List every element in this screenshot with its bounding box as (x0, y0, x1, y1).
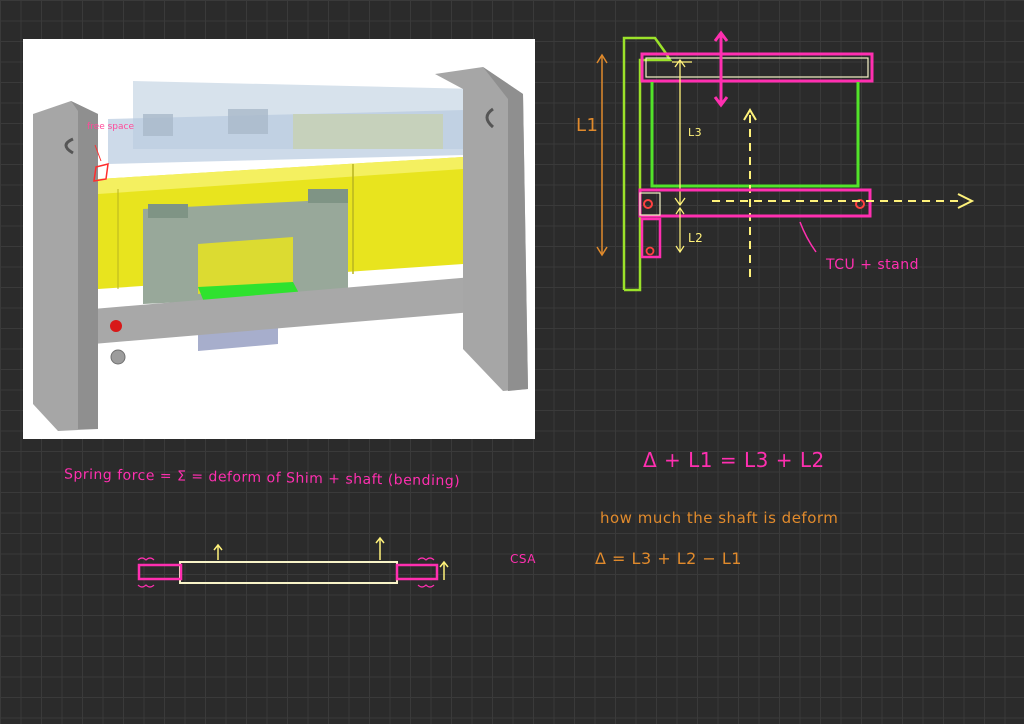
small-stand (640, 217, 662, 259)
l1-label: L1 (576, 115, 599, 136)
tcu-pointer (799, 221, 817, 253)
l2-label: L2 (688, 231, 704, 245)
bottom-pink-bar (638, 188, 872, 218)
delta-formula: Δ = L3 + L2 − L1 (595, 549, 742, 568)
l1-dimension (596, 53, 608, 257)
l3-label: L3 (688, 126, 703, 139)
tcu-stand-label: TCU + stand (826, 257, 920, 273)
magenta-double-arrow (713, 30, 729, 108)
dashed-vertical-axis (743, 108, 757, 280)
relation-note: Δ + L1 = L3 + L2 (643, 448, 825, 472)
csa-label: CSA (510, 552, 536, 566)
sketch-diagram (137, 30, 975, 588)
green-frame (650, 82, 860, 188)
whiteboard-canvas: { "cad_render": { "note": "free space" }… (0, 0, 1024, 724)
shaft-sketch (137, 536, 449, 588)
question-note: how much the shaft is deform (600, 509, 839, 527)
